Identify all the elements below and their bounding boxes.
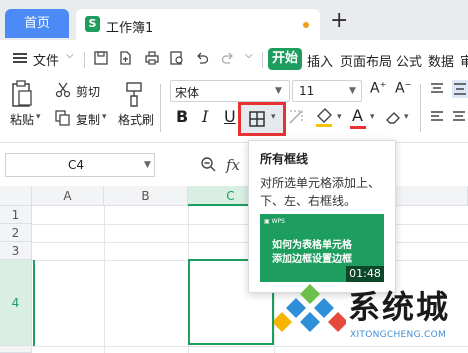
watermark-logo-icon bbox=[274, 284, 346, 332]
tooltip-title: 所有框线 bbox=[260, 152, 309, 166]
chevron-down-icon: ▼ bbox=[349, 86, 356, 96]
name-box[interactable]: C4 ▼ bbox=[5, 153, 155, 177]
chevron-down-icon: ▾ bbox=[271, 112, 276, 122]
fill-color-chevron-icon[interactable]: ▾ bbox=[337, 112, 342, 122]
tab-workbook[interactable]: S 工作簿1 bbox=[76, 9, 320, 40]
font-size-value: 11 bbox=[299, 84, 315, 98]
chevron-down-icon: ▼ bbox=[144, 160, 151, 170]
align-left-icon[interactable] bbox=[430, 111, 444, 123]
all-borders-icon bbox=[249, 111, 265, 127]
hamburger-icon[interactable] bbox=[13, 53, 27, 63]
divider bbox=[420, 84, 421, 132]
scissors-icon[interactable] bbox=[55, 82, 71, 98]
tooltip-description: 对所选单元格添加上、下、左、右框线。 bbox=[260, 176, 381, 208]
watermark-title: 系统城 bbox=[348, 288, 451, 326]
export-pdf-icon[interactable] bbox=[118, 51, 132, 65]
copy-icon[interactable] bbox=[55, 110, 71, 126]
divider bbox=[84, 52, 85, 68]
save-icon[interactable] bbox=[94, 51, 108, 65]
wps-logo-icon: ▣ WPS bbox=[264, 218, 285, 225]
paste-chevron-icon[interactable]: ▾ bbox=[36, 112, 41, 122]
gridline bbox=[104, 206, 105, 353]
ribbon: 粘贴 ▾ 剪切 复制 ▾ 格式刷 宋体 ▼ 11 ▼ A+ A− B I U ▾… bbox=[0, 74, 468, 142]
copy-button[interactable]: 复制 bbox=[76, 111, 100, 128]
font-color-icon[interactable]: A bbox=[352, 106, 363, 125]
watermark-url: XITONGCHENG.COM bbox=[350, 330, 447, 340]
font-size-select[interactable]: 11 ▼ bbox=[292, 80, 362, 102]
unsaved-dot-icon bbox=[303, 22, 309, 28]
column-header-b[interactable]: B bbox=[104, 186, 188, 206]
menu-review[interactable]: 审 bbox=[460, 51, 468, 70]
menu-data[interactable]: 数据 bbox=[428, 51, 454, 70]
italic-button[interactable]: I bbox=[202, 108, 208, 126]
redo-icon[interactable] bbox=[221, 51, 235, 65]
eraser-icon[interactable] bbox=[385, 108, 403, 126]
quick-access-chevron-icon[interactable]: ⌵ bbox=[245, 50, 253, 61]
decrease-font-icon[interactable]: A− bbox=[395, 80, 411, 97]
increase-font-icon[interactable]: A+ bbox=[370, 80, 386, 97]
font-color-chevron-icon[interactable]: ▾ bbox=[370, 112, 375, 122]
tab-home[interactable]: 首页 bbox=[5, 9, 69, 38]
insert-function-button[interactable]: fx bbox=[226, 156, 240, 174]
eraser-chevron-icon[interactable]: ▾ bbox=[404, 112, 409, 122]
name-box-value: C4 bbox=[68, 158, 85, 172]
menu-file[interactable]: 文件 bbox=[33, 50, 59, 69]
print-icon[interactable] bbox=[145, 51, 159, 65]
row-header-3[interactable]: 3 bbox=[0, 242, 32, 260]
spreadsheet-icon: S bbox=[85, 16, 100, 32]
font-name-value: 宋体 bbox=[175, 86, 200, 100]
menu-bar: 文件 ⌵ ⌵ 开始 插入 页面布局 公式 数据 审 bbox=[0, 40, 468, 74]
bold-button[interactable]: B bbox=[176, 108, 188, 126]
zoom-search-icon[interactable] bbox=[200, 156, 216, 172]
app-window: 首页 S 工作簿1 + 文件 ⌵ ⌵ 开始 插入 页面布局 公式 数据 审 粘贴… bbox=[0, 0, 468, 353]
formula-bar: C4 ▼ fx bbox=[0, 142, 468, 186]
row-header-1[interactable]: 1 bbox=[0, 206, 32, 224]
row-header-2[interactable]: 2 bbox=[0, 224, 32, 242]
new-tab-button[interactable]: + bbox=[330, 10, 348, 32]
print-preview-icon[interactable] bbox=[170, 51, 184, 65]
all-borders-button[interactable]: ▾ bbox=[238, 102, 286, 136]
align-middle-icon[interactable] bbox=[452, 80, 468, 98]
undo-icon[interactable] bbox=[195, 51, 209, 65]
format-painter-button[interactable]: 格式刷 bbox=[118, 111, 154, 128]
tutorial-video-thumbnail[interactable]: ▣ WPS 如何为表格单元格 添加边框设置边框 01:48 bbox=[260, 214, 384, 282]
video-duration: 01:48 bbox=[346, 266, 384, 282]
tab-workbook-title: 工作簿1 bbox=[106, 21, 154, 36]
font-name-select[interactable]: 宋体 ▼ bbox=[170, 80, 290, 102]
align-top-icon[interactable] bbox=[430, 83, 444, 95]
paste-icon[interactable] bbox=[11, 80, 33, 108]
tab-bar: 首页 S 工作簿1 + bbox=[0, 0, 468, 40]
borders-tooltip: 所有框线 对所选单元格添加上、下、左、右框线。 ▣ WPS 如何为表格单元格 添… bbox=[248, 140, 396, 293]
video-title-line1: 如何为表格单元格 bbox=[272, 240, 352, 251]
divider bbox=[160, 84, 161, 132]
chevron-down-icon: ▼ bbox=[275, 86, 282, 96]
cut-button[interactable]: 剪切 bbox=[76, 83, 100, 100]
format-painter-icon[interactable] bbox=[125, 80, 143, 108]
selection-edge bbox=[33, 260, 35, 346]
row-header-5[interactable] bbox=[0, 346, 32, 353]
cell-style-icon[interactable] bbox=[287, 108, 305, 126]
gridline bbox=[32, 346, 468, 347]
font-color-swatch bbox=[350, 126, 366, 129]
column-header-a[interactable]: A bbox=[32, 186, 104, 206]
paste-button[interactable]: 粘贴 bbox=[10, 111, 34, 128]
row-header-4[interactable]: 4 bbox=[0, 260, 32, 346]
menu-start[interactable]: 开始 bbox=[268, 48, 302, 70]
menu-insert[interactable]: 插入 bbox=[307, 51, 333, 70]
menu-page-layout[interactable]: 页面布局 bbox=[340, 51, 392, 70]
select-all-corner[interactable] bbox=[0, 186, 32, 206]
align-center-icon[interactable] bbox=[452, 111, 466, 123]
divider bbox=[262, 52, 263, 68]
menu-formulas[interactable]: 公式 bbox=[396, 51, 422, 70]
underline-button[interactable]: U bbox=[224, 108, 236, 126]
video-title-line2: 添加边框设置边框 bbox=[272, 254, 352, 265]
fill-color-icon[interactable] bbox=[314, 106, 336, 128]
chevron-down-icon[interactable]: ⌵ bbox=[66, 50, 74, 61]
copy-chevron-icon[interactable]: ▾ bbox=[102, 112, 107, 122]
